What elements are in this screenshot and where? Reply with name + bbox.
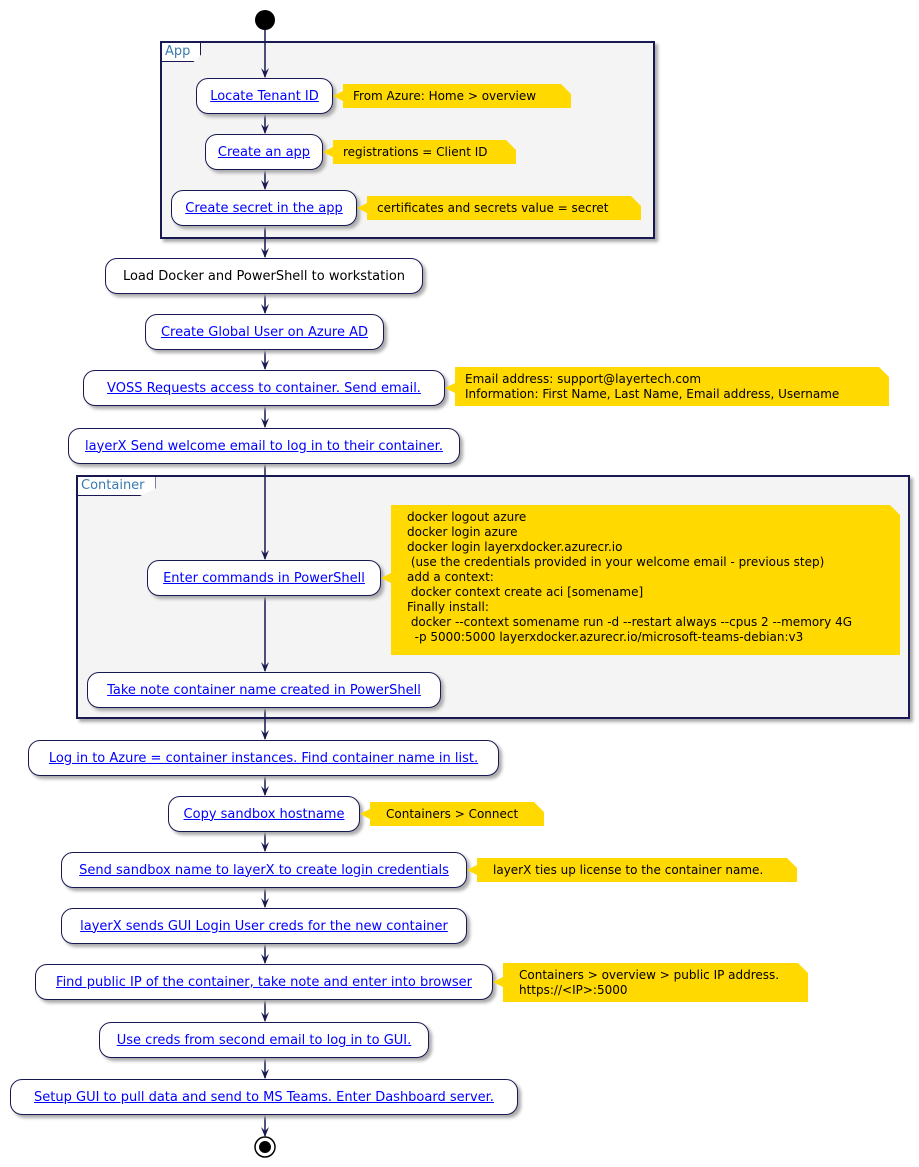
- note-create-secret: certificates and secrets value = secret: [367, 196, 641, 220]
- link-send-sandbox[interactable]: Send sandbox name to layerX to create lo…: [79, 863, 449, 878]
- start-node: [255, 10, 275, 30]
- link-setup-gui[interactable]: Setup GUI to pull data and send to MS Te…: [34, 1090, 494, 1105]
- activity-locate-tenant[interactable]: Locate Tenant ID: [196, 78, 333, 114]
- link-layerx-sends-gui[interactable]: layerX sends GUI Login User creds for th…: [80, 919, 448, 934]
- note-copy-hostname: Containers > Connect: [370, 802, 544, 826]
- link-enter-commands[interactable]: Enter commands in PowerShell: [163, 571, 365, 586]
- activity-layerx-welcome[interactable]: layerX Send welcome email to log in to t…: [68, 428, 460, 464]
- activity-voss-requests[interactable]: VOSS Requests access to container. Send …: [83, 370, 445, 406]
- load-docker-label: Load Docker and PowerShell to workstatio…: [122, 268, 406, 284]
- note-pointer: [381, 573, 391, 583]
- link-login-azure[interactable]: Log in to Azure = container instances. F…: [49, 751, 478, 766]
- activity-create-global-user[interactable]: Create Global User on Azure AD: [145, 314, 384, 350]
- activity-take-note[interactable]: Take note container name created in Powe…: [87, 672, 441, 708]
- link-locate-tenant[interactable]: Locate Tenant ID: [210, 89, 319, 104]
- activity-create-secret[interactable]: Create secret in the app: [171, 190, 357, 226]
- note-locate-tenant: From Azure: Home > overview: [343, 84, 571, 108]
- link-layerx-welcome[interactable]: layerX Send welcome email to log in to t…: [85, 439, 443, 454]
- note-voss-requests: Email address: support@layertech.com Inf…: [455, 367, 889, 406]
- activity-setup-gui[interactable]: Setup GUI to pull data and send to MS Te…: [10, 1079, 518, 1115]
- link-find-ip[interactable]: Find public IP of the container, take no…: [56, 975, 472, 990]
- note-pointer: [467, 865, 477, 875]
- note-pointer: [357, 203, 367, 213]
- end-node-inner: [259, 1141, 271, 1153]
- activity-create-app[interactable]: Create an app: [205, 134, 323, 170]
- link-copy-hostname[interactable]: Copy sandbox hostname: [184, 807, 345, 822]
- note-create-app: registrations = Client ID: [333, 140, 516, 164]
- link-take-note[interactable]: Take note container name created in Powe…: [107, 683, 421, 698]
- note-pointer: [333, 91, 343, 101]
- note-enter-commands: docker logout azure docker login azure d…: [391, 505, 900, 655]
- activity-send-sandbox[interactable]: Send sandbox name to layerX to create lo…: [61, 852, 467, 888]
- activity-load-docker: Load Docker and PowerShell to workstatio…: [105, 258, 423, 294]
- activity-find-ip[interactable]: Find public IP of the container, take no…: [35, 964, 493, 1000]
- activity-enter-commands[interactable]: Enter commands in PowerShell: [147, 560, 381, 596]
- link-create-global-user[interactable]: Create Global User on Azure AD: [161, 325, 368, 340]
- activity-layerx-sends-gui[interactable]: layerX sends GUI Login User creds for th…: [61, 908, 467, 944]
- link-voss-requests[interactable]: VOSS Requests access to container. Send …: [107, 381, 421, 396]
- activity-login-azure[interactable]: Log in to Azure = container instances. F…: [28, 740, 499, 776]
- note-find-ip: Containers > overview > public IP addres…: [503, 963, 808, 1002]
- note-send-sandbox: layerX ties up license to the container …: [477, 858, 797, 882]
- link-create-secret[interactable]: Create secret in the app: [185, 201, 342, 216]
- note-pointer: [445, 383, 455, 393]
- note-pointer: [323, 147, 333, 157]
- note-pointer: [360, 809, 370, 819]
- note-pointer: [493, 977, 503, 987]
- link-create-app[interactable]: Create an app: [218, 145, 310, 160]
- link-use-creds[interactable]: Use creds from second email to log in to…: [117, 1033, 412, 1048]
- activity-use-creds[interactable]: Use creds from second email to log in to…: [99, 1022, 429, 1058]
- activity-copy-hostname[interactable]: Copy sandbox hostname: [168, 796, 360, 832]
